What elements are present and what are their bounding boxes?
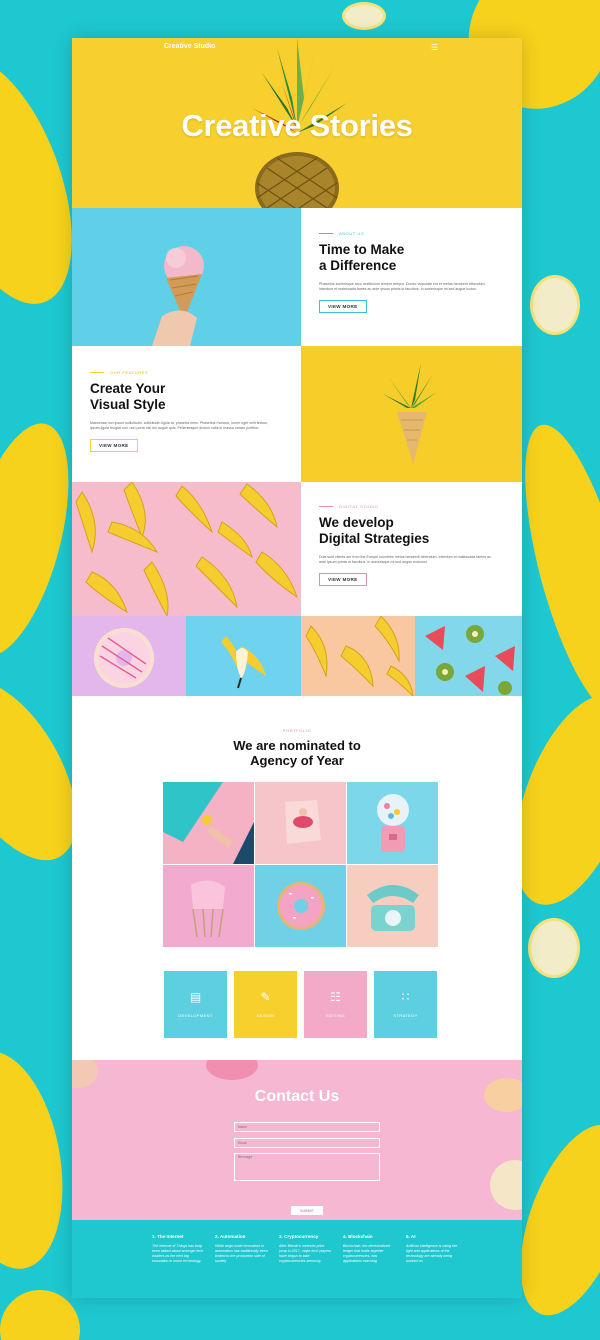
hero-section: Creative Studio ☰ Creative Stories bbox=[72, 38, 522, 208]
brand-logo[interactable]: Creative Studio bbox=[164, 43, 215, 50]
gallery-item-donut[interactable] bbox=[255, 865, 346, 947]
gallery-item-lips[interactable] bbox=[255, 782, 346, 864]
footer-column-title: 1. The Internet bbox=[152, 1234, 184, 1239]
footer-column: 2. Automation While large-scale innovati… bbox=[215, 1234, 269, 1264]
footer-column-text: The Internet of Things has long been tal… bbox=[152, 1244, 204, 1263]
gallery-item-gumball[interactable] bbox=[347, 782, 438, 864]
features-title: Create Your Visual Style bbox=[90, 381, 166, 412]
chart-icon: ▤ bbox=[189, 990, 202, 1004]
digital-title: We develop Digital Strategies bbox=[319, 515, 430, 546]
footer-column-text: Artificial Intelligence is using the lig… bbox=[406, 1244, 457, 1263]
peeled-banana-image bbox=[186, 616, 301, 696]
footer-column-text: While large-scale innovation in automati… bbox=[215, 1244, 268, 1263]
footer-column: 1. The Internet The Internet of Things h… bbox=[152, 1234, 206, 1264]
footer-column: 5. AI Artificial Intelligence is using t… bbox=[406, 1234, 460, 1264]
about-view-more-button[interactable]: VIEW MORE bbox=[319, 300, 367, 313]
about-section: ABOUT US Time to Make a Difference Phase… bbox=[301, 208, 522, 346]
digital-section: DIGITAL STUDIO We develop Digital Strate… bbox=[301, 482, 522, 616]
macaron-decoration bbox=[206, 1060, 258, 1080]
footer-section: 1. The Internet The Internet of Things h… bbox=[72, 1220, 522, 1298]
hero-title: Creative Stories bbox=[181, 108, 413, 143]
digital-eyebrow: DIGITAL STUDIO bbox=[319, 504, 522, 509]
gallery-item-chair[interactable] bbox=[163, 865, 254, 947]
gallery-item-wall[interactable] bbox=[163, 782, 254, 864]
macaron-decoration bbox=[490, 1160, 522, 1210]
service-development[interactable]: ▤ DEVELOPMENT bbox=[164, 971, 227, 1038]
service-label: DEVELOPMENT bbox=[178, 1013, 213, 1018]
pineapple-cone-image bbox=[301, 346, 522, 482]
email-field[interactable] bbox=[234, 1138, 380, 1148]
gallery-item-phone[interactable] bbox=[347, 865, 438, 947]
portfolio-eyebrow: PORTFOLIO bbox=[282, 728, 312, 733]
contact-section: Contact Us SUBMIT bbox=[72, 1060, 522, 1220]
hamburger-icon[interactable]: ☰ bbox=[431, 43, 438, 52]
bananas-pink-image bbox=[72, 482, 301, 616]
bananas-peach-image bbox=[301, 616, 415, 696]
strategy-icon: ∷ bbox=[401, 990, 410, 1004]
service-label: DESIGN bbox=[256, 1013, 275, 1018]
features-section: OUR FEATURES Create Your Visual Style Ma… bbox=[72, 346, 301, 482]
service-editing[interactable]: ☷ EDITING bbox=[304, 971, 367, 1038]
editing-icon: ☷ bbox=[330, 990, 341, 1004]
footer-column-title: 3. Cryptocurrency bbox=[279, 1234, 319, 1239]
service-design[interactable]: ✎ DESIGN bbox=[234, 971, 297, 1038]
website-page: Creative Studio ☰ Creative Stories ABOUT… bbox=[72, 38, 522, 1298]
footer-column-title: 4. Blockchain bbox=[343, 1234, 373, 1239]
macaron-decoration bbox=[72, 1060, 98, 1088]
service-label: STRATEGY bbox=[393, 1013, 418, 1018]
footer-column-text: Blockchain, the decentralized ledger tha… bbox=[343, 1244, 390, 1263]
about-eyebrow: ABOUT US bbox=[319, 231, 522, 236]
footer-column-title: 5. AI bbox=[406, 1234, 416, 1239]
contact-title: Contact Us bbox=[254, 1088, 340, 1105]
footer-column-text: After Bitcoin's meteoric price jump in 2… bbox=[279, 1244, 331, 1263]
fruit-slices-image bbox=[415, 616, 522, 696]
message-field[interactable] bbox=[234, 1153, 380, 1181]
service-label: EDITING bbox=[325, 1013, 346, 1018]
about-title: Time to Make a Difference bbox=[319, 242, 405, 273]
digital-text: Duis sunt clients are from the Europe co… bbox=[319, 555, 491, 564]
about-text: Phasellus scelerisque arcu vestibulum te… bbox=[319, 282, 486, 291]
submit-button[interactable]: SUBMIT bbox=[291, 1206, 323, 1215]
design-icon: ✎ bbox=[260, 990, 271, 1004]
name-field[interactable] bbox=[234, 1122, 380, 1132]
donut-image bbox=[72, 616, 186, 696]
ice-cream-image bbox=[72, 208, 301, 346]
features-view-more-button[interactable]: VIEW MORE bbox=[90, 439, 138, 452]
footer-column: 3. Cryptocurrency After Bitcoin's meteor… bbox=[279, 1234, 333, 1264]
features-eyebrow: OUR FEATURES bbox=[90, 370, 301, 375]
features-text: Maecenas non ipsum sollicitudin, sollici… bbox=[90, 421, 268, 430]
service-strategy[interactable]: ∷ STRATEGY bbox=[374, 971, 437, 1038]
footer-column: 4. Blockchain Blockchain, the decentrali… bbox=[343, 1234, 397, 1264]
portfolio-title: We are nominated to Agency of Year bbox=[233, 738, 361, 768]
digital-view-more-button[interactable]: VIEW MORE bbox=[319, 573, 367, 586]
footer-column-title: 2. Automation bbox=[215, 1234, 246, 1239]
